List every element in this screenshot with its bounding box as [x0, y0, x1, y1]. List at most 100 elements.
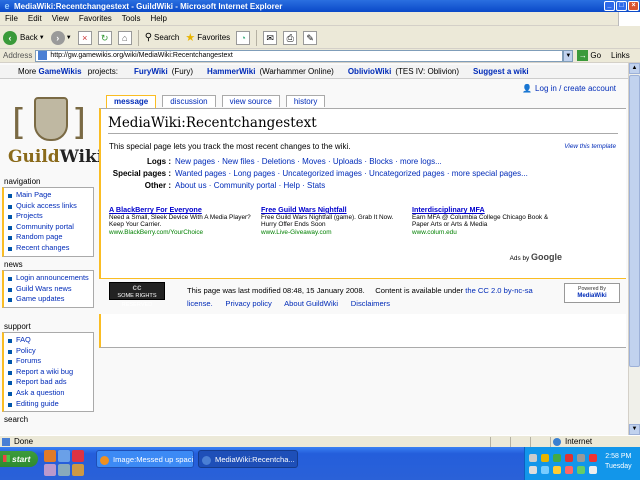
vertical-scrollbar[interactable]: ▲ ▼	[628, 63, 640, 435]
tray-icon[interactable]	[553, 454, 561, 462]
login-link[interactable]: Log in / create account	[535, 84, 616, 93]
tab-message[interactable]: message	[106, 95, 157, 108]
home-icon[interactable]: ⌂	[117, 30, 132, 45]
scroll-up-icon[interactable]: ▲	[629, 63, 640, 74]
tray-icon[interactable]	[565, 466, 573, 474]
quicklaunch-icon[interactable]	[72, 464, 84, 476]
quicklaunch-icon[interactable]	[72, 450, 84, 462]
logs-links[interactable]: New pages · New files · Deletions · Move…	[175, 157, 442, 166]
tray-icon[interactable]	[541, 466, 549, 474]
furywiki-link[interactable]: FuryWiki	[134, 67, 168, 76]
favorites-button[interactable]: ★ Favorites	[185, 31, 230, 44]
address-dropdown-button[interactable]: ▼	[563, 49, 574, 62]
tray-icon[interactable]	[553, 466, 561, 474]
sidebar-item-game-updates[interactable]: Game updates	[8, 294, 91, 305]
ad-guild-wars[interactable]: Free Guild Wars Nightfall Free Guild War…	[261, 206, 406, 236]
sidebar-item-report-bad-ads[interactable]: Report bad ads	[8, 377, 91, 388]
menu-edit[interactable]: Edit	[23, 14, 47, 23]
ad-url[interactable]: www.Live-Giveaway.com	[261, 229, 406, 237]
scroll-thumb[interactable]	[629, 75, 640, 367]
disclaimers-link[interactable]: Disclaimers	[351, 299, 390, 308]
privacy-policy-link[interactable]: Privacy policy	[225, 299, 271, 308]
view-template-link[interactable]: View this template	[564, 143, 616, 150]
tray-icon[interactable]	[589, 466, 597, 474]
suggest-wiki-link[interactable]: Suggest a wiki	[473, 67, 529, 76]
taskbar-clock[interactable]: 2:58 PM Tuesday	[605, 452, 632, 472]
obliviowiki-link[interactable]: OblivioWiki	[348, 67, 392, 76]
back-button[interactable]: ‹ Back ▼	[3, 30, 45, 45]
other-links[interactable]: About us · Community portal · Help · Sta…	[175, 181, 325, 190]
tray-icon[interactable]	[577, 466, 585, 474]
mail-icon[interactable]: ✉	[263, 30, 278, 45]
menu-help[interactable]: Help	[145, 14, 171, 23]
print-icon[interactable]: ⎙	[283, 30, 298, 45]
taskbar-item-firefox[interactable]: Image:Messed up spacin...	[96, 450, 194, 468]
sidebar-item-projects[interactable]: Projects	[8, 211, 91, 222]
tray-icon[interactable]	[529, 454, 537, 462]
close-button[interactable]: ×	[628, 1, 639, 11]
menu-tools[interactable]: Tools	[117, 14, 146, 23]
ad-title[interactable]: Interdisciplinary MFA	[412, 206, 557, 214]
chevron-down-icon[interactable]: ▼	[39, 35, 45, 41]
tab-history[interactable]: history	[285, 95, 326, 107]
address-input[interactable]: http://gw.gamewikis.org/wiki/MediaWiki:R…	[35, 49, 564, 62]
license-pre: Content is available under	[375, 286, 464, 295]
chevron-down-icon[interactable]: ▼	[66, 35, 72, 41]
ie-quicklaunch-icon[interactable]	[58, 450, 70, 462]
tray-icon[interactable]	[529, 466, 537, 474]
tray-icon[interactable]	[577, 454, 585, 462]
ad-mfa[interactable]: Interdisciplinary MFA Earn MFA @ Columbi…	[412, 206, 557, 236]
menu-view[interactable]: View	[47, 14, 74, 23]
ad-url[interactable]: www.BlackBerry.com/YourChoice	[109, 229, 254, 237]
sidebar-item-random-page[interactable]: Random page	[8, 232, 91, 243]
quicklaunch-icon[interactable]	[44, 464, 56, 476]
start-button[interactable]: start	[0, 451, 38, 467]
powered-by-mediawiki-badge[interactable]: Powered By MediaWiki	[564, 283, 620, 303]
sidebar-item-quick-access-links[interactable]: Quick access links	[8, 201, 91, 212]
guildwiki-logo[interactable]: [ ] GuildWiki	[6, 89, 103, 175]
firefox-icon[interactable]	[44, 450, 56, 462]
sidebar-item-editing-guide[interactable]: Editing guide	[8, 399, 91, 410]
ad-blackberry[interactable]: A BlackBerry For Everyone Need a Small, …	[109, 206, 254, 236]
minimize-button[interactable]: _	[604, 1, 615, 11]
tab-view-source[interactable]: view source	[221, 95, 280, 107]
maximize-button[interactable]: □	[616, 1, 627, 11]
tab-discussion[interactable]: discussion	[162, 95, 216, 107]
ads-by-google[interactable]: Ads by Google	[510, 252, 562, 262]
sidebar-item-ask-question[interactable]: Ask a question	[8, 388, 91, 399]
search-button[interactable]: ⚲ Search	[145, 32, 180, 43]
tray-icon[interactable]	[565, 454, 573, 462]
special-pages-links[interactable]: Wanted pages · Long pages · Uncategorize…	[175, 169, 528, 178]
edit-icon[interactable]: ✎	[303, 30, 318, 45]
sidebar-item-forums[interactable]: Forums	[8, 356, 91, 367]
sidebar-item-community-portal[interactable]: Community portal	[8, 222, 91, 233]
scroll-down-icon[interactable]: ▼	[629, 424, 640, 435]
taskbar-item-ie[interactable]: MediaWiki:Recentcha...	[198, 450, 298, 468]
ad-url[interactable]: www.colum.edu	[412, 229, 557, 237]
sidebar-item-main-page[interactable]: Main Page	[8, 190, 91, 201]
about-link[interactable]: About GuildWiki	[284, 299, 338, 308]
ad-title[interactable]: Free Guild Wars Nightfall	[261, 206, 406, 214]
quicklaunch-icon[interactable]	[58, 464, 70, 476]
sidebar-item-policy[interactable]: Policy	[8, 346, 91, 357]
tray-icon[interactable]	[589, 454, 597, 462]
sidebar-item-guild-wars-news[interactable]: Guild Wars news	[8, 284, 91, 295]
menu-file[interactable]: File	[0, 14, 23, 23]
user-icon: 👤	[522, 84, 533, 93]
stop-icon[interactable]: ×	[77, 30, 92, 45]
cc-license-badge[interactable]: cc SOME RIGHTS RESERVED	[109, 282, 165, 308]
history-icon[interactable]: ◔	[236, 30, 251, 45]
links-button[interactable]: Links	[611, 51, 630, 60]
sidebar-item-login-announcements[interactable]: Login announcements	[8, 273, 91, 284]
refresh-icon[interactable]: ↻	[97, 30, 112, 45]
sidebar-item-report-wiki-bug[interactable]: Report a wiki bug	[8, 367, 91, 378]
tray-icon[interactable]	[541, 454, 549, 462]
gamewikis-link[interactable]: GameWikis	[38, 67, 81, 76]
go-button[interactable]: → Go	[577, 50, 601, 61]
sidebar-item-recent-changes[interactable]: Recent changes	[8, 243, 91, 254]
ad-title[interactable]: A BlackBerry For Everyone	[109, 206, 254, 214]
hammerwiki-link[interactable]: HammerWiki	[207, 67, 255, 76]
menu-favorites[interactable]: Favorites	[74, 14, 117, 23]
sidebar-item-faq[interactable]: FAQ	[8, 335, 91, 346]
forward-button[interactable]: › ▼	[50, 30, 72, 45]
